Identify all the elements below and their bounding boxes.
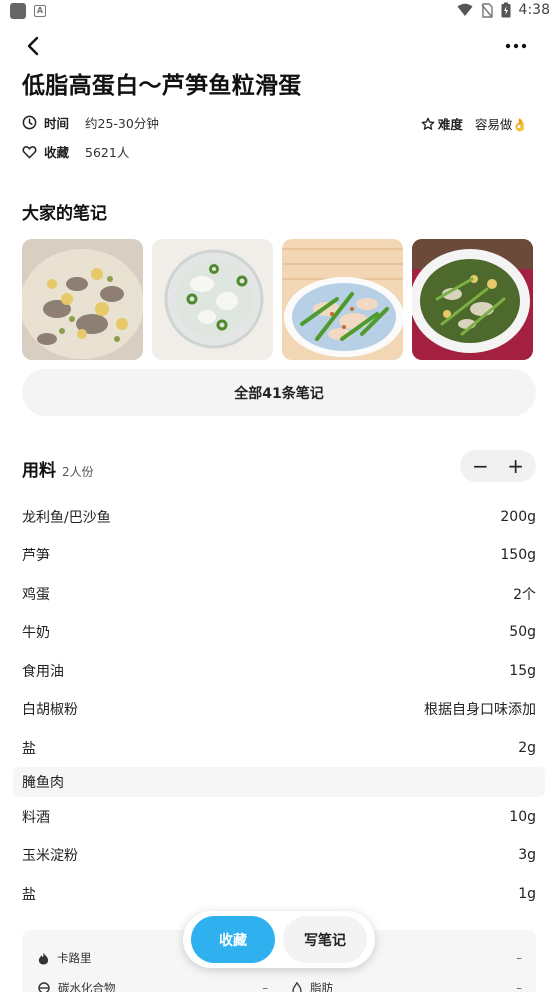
- ingredient-group-header: 腌鱼肉: [13, 767, 545, 797]
- difficulty-row: 难度 容易做👌: [421, 114, 528, 133]
- ingredient-name: 玉米淀粉: [22, 848, 78, 864]
- calories-item: 卡路里: [38, 950, 92, 966]
- note-photo-4[interactable]: [412, 239, 533, 360]
- battery-charging-icon: [501, 2, 511, 18]
- droplet-icon: [292, 981, 302, 992]
- ingredient-row: 龙利鱼/巴沙鱼 200g: [22, 499, 536, 535]
- favorites-row: 收藏 5621人: [22, 142, 129, 161]
- ingredient-name: 白胡椒粉: [22, 702, 78, 718]
- time-value: 约25-30分钟: [85, 116, 159, 131]
- ingredient-row: 盐 2g: [22, 730, 536, 766]
- ingredient-name: 料酒: [22, 810, 50, 826]
- ingredients-header: 用料 2人份: [22, 456, 94, 481]
- time-row: 时间 约25-30分钟: [22, 113, 159, 132]
- favorite-button[interactable]: 收藏: [191, 916, 275, 963]
- app-notification-icon: [10, 3, 26, 19]
- recipe-title: 低脂高蛋白～芦笋鱼粒滑蛋: [22, 73, 302, 99]
- ingredient-name: 龙利鱼/巴沙鱼: [22, 510, 111, 526]
- note-photo-2[interactable]: [152, 239, 273, 360]
- fat-label: 脂肪: [310, 981, 333, 992]
- notes-section-title: 大家的笔记: [22, 204, 107, 224]
- ingredient-row: 白胡椒粉 根据自身口味添加: [22, 691, 536, 727]
- flame-icon: [38, 952, 49, 964]
- fat-item: 脂肪: [292, 980, 333, 992]
- write-note-button[interactable]: 写笔记: [283, 916, 367, 963]
- carbs-item: 碳水化合物 –: [38, 980, 268, 992]
- ingredient-row: 盐 1g: [22, 876, 536, 912]
- ingredient-row: 牛奶 50g: [22, 614, 536, 650]
- a-notification-icon: A: [34, 5, 46, 17]
- clock-icon: [22, 115, 37, 130]
- wifi-icon: [457, 3, 473, 16]
- carbs-value: –: [262, 981, 268, 992]
- ingredient-row: 食用油 15g: [22, 653, 536, 689]
- favorites-label: 收藏: [44, 145, 70, 160]
- ingredients-title: 用料: [22, 461, 56, 481]
- star-icon: [421, 117, 435, 130]
- servings-label: 2人份: [62, 465, 94, 479]
- ingredient-name: 盐: [22, 741, 36, 757]
- time-label: 时间: [44, 116, 70, 131]
- favorites-value: 5621人: [85, 145, 130, 160]
- ingredient-amount: 150g: [500, 547, 536, 563]
- carbs-label: 碳水化合物: [58, 981, 116, 992]
- ingredient-name: 盐: [22, 887, 36, 903]
- no-sim-icon: [481, 2, 493, 18]
- ingredient-amount: 根据自身口味添加: [424, 702, 536, 718]
- ingredient-row: 鸡蛋 2个: [22, 576, 536, 612]
- ingredient-name: 牛奶: [22, 625, 50, 641]
- clock: 4:38: [518, 2, 550, 18]
- ingredient-row: 玉米淀粉 3g: [22, 837, 536, 873]
- ingredient-amount: 3g: [518, 847, 536, 863]
- top-bar: [0, 32, 558, 60]
- difficulty-label: 难度: [437, 117, 463, 132]
- calories-label: 卡路里: [57, 951, 92, 965]
- nutrition-row: 碳水化合物 – 脂肪 –: [38, 980, 522, 992]
- note-photo-3[interactable]: [282, 239, 403, 360]
- ingredient-name: 鸡蛋: [22, 587, 50, 603]
- all-notes-button[interactable]: 全部41条笔记: [22, 369, 536, 416]
- ingredient-row: 料酒 10g: [22, 799, 536, 835]
- floating-action-bar: 收藏 写笔记: [183, 911, 375, 968]
- note-photo-1[interactable]: [22, 239, 143, 360]
- ingredient-amount: 50g: [509, 624, 536, 640]
- servings-plus-button[interactable]: +: [507, 454, 524, 478]
- calories-value: –: [516, 951, 522, 965]
- ingredient-amount: 2个: [513, 587, 536, 603]
- fat-value: –: [516, 981, 522, 992]
- ingredient-name: 食用油: [22, 664, 64, 680]
- difficulty-value: 容易做👌: [474, 117, 528, 132]
- ingredient-amount: 2g: [518, 740, 536, 756]
- ingredient-row: 芦笋 150g: [22, 537, 536, 573]
- ingredient-amount: 10g: [509, 809, 536, 825]
- back-arrow-icon[interactable]: [22, 34, 46, 58]
- ingredient-amount: 1g: [518, 886, 536, 902]
- heart-icon: [22, 145, 37, 158]
- more-options-icon[interactable]: [504, 34, 528, 58]
- ingredient-amount: 15g: [509, 663, 536, 679]
- ingredient-amount: 200g: [500, 509, 536, 525]
- notes-gallery: [22, 239, 533, 360]
- servings-stepper: − +: [460, 450, 536, 482]
- servings-minus-button[interactable]: −: [472, 454, 489, 478]
- ingredient-name: 芦笋: [22, 548, 50, 564]
- bowl-icon: [38, 982, 50, 992]
- status-bar: A 4:38: [0, 0, 558, 24]
